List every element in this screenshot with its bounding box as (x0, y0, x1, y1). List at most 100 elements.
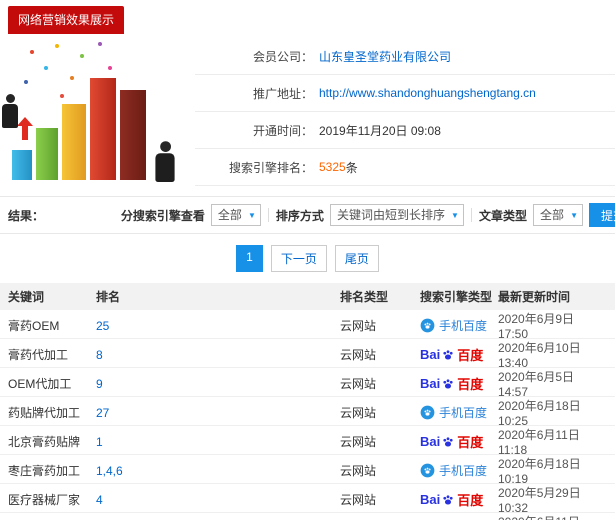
page: 网络营销效果展示 会员公司： 山东皇圣堂药业有限公司 推广地址： http://… (0, 0, 615, 520)
chart-bar (90, 78, 116, 180)
mobile-baidu-icon (420, 405, 435, 420)
engine-cell: Bai 百度 (420, 374, 498, 393)
confetti-dot (60, 94, 64, 98)
baidu-paw-icon (443, 494, 453, 505)
open-time-value: 2019年11月20日 09:08 (319, 123, 441, 138)
up-arrow-icon (17, 117, 33, 140)
chart-bar (12, 150, 32, 180)
pagination: 1 下一页 尾页 (0, 245, 615, 272)
businessman-figure (2, 94, 18, 128)
keyword-cell: 枣庄膏药加工 (8, 464, 81, 478)
baidu-logo-cn: 百度 (457, 493, 484, 508)
rank-link[interactable]: 27 (96, 406, 109, 420)
confetti-dot (24, 80, 28, 84)
member-company-label: 会员公司： (252, 49, 313, 64)
article-type-select[interactable]: 全部 ▼ (532, 204, 583, 226)
filter-bar: 结果： 分搜索引擎查看 全部 ▼ 排序方式 关键词由短到长排序 ▼ 文章类型 全… (0, 196, 615, 234)
table-header: 关键词 排名 排名类型 搜索引擎类型 最新更新时间 (0, 283, 615, 310)
rank-link[interactable]: 8 (96, 348, 103, 362)
chevron-down-icon: ▼ (248, 211, 256, 220)
baidu-paw-icon (443, 349, 453, 360)
page-number-current[interactable]: 1 (236, 245, 263, 272)
rank-type-cell: 云网站 (340, 348, 377, 362)
chevron-down-icon: ▼ (451, 211, 459, 220)
table-row: 菏泽膏药厂家17云网站手机百度2020年6月11日 11:17 (0, 513, 615, 520)
rank-link[interactable]: 9 (96, 377, 103, 391)
sort-select[interactable]: 关键词由短到长排序 ▼ (329, 204, 464, 226)
next-page-button[interactable]: 下一页 (270, 245, 327, 272)
article-type-value: 全部 (539, 208, 564, 222)
confetti-dot (80, 54, 84, 58)
update-time-cell: 2020年6月18日 10:25 (498, 399, 581, 428)
table-row: 药贴牌代加工 27 云网站 手机百度 2020年6月18日 10:25 (0, 397, 615, 428)
info-row: 开通时间： 2019年11月20日 09:08 (195, 112, 615, 149)
info-row: 推广地址： http://www.shandonghuangshengtang.… (195, 75, 615, 112)
confetti-dot (70, 76, 74, 80)
info-row: 会员公司： 山东皇圣堂药业有限公司 (195, 38, 615, 75)
baidu-paw-icon (443, 378, 453, 389)
baidu-logo-text: Bai (420, 347, 441, 362)
result-label: 结果： (8, 208, 45, 223)
baidu-logo-cn: 百度 (457, 377, 484, 392)
engine-filter-label: 分搜索引擎查看 (120, 208, 205, 223)
summary-section: 会员公司： 山东皇圣堂药业有限公司 推广地址： http://www.shand… (0, 36, 615, 186)
chart-bar (36, 128, 58, 180)
keyword-cell: 膏药代加工 (8, 348, 69, 362)
table-row: 医疗器械厂家 4 云网站 Bai 百度 2020年5月29日 10:32 (0, 484, 615, 515)
chart-bar (120, 90, 146, 180)
sort-label: 排序方式 (275, 208, 324, 223)
update-time-cell: 2020年6月11日 11:18 (498, 428, 580, 457)
article-type-label: 文章类型 (478, 208, 527, 223)
confetti-dot (30, 50, 34, 54)
engine-cell: Bai 百度 (420, 345, 498, 364)
update-time-cell: 2020年6月5日 14:57 (498, 370, 575, 399)
rank-type-cell: 云网站 (340, 435, 377, 449)
update-time-cell: 2020年6月11日 11:17 (498, 513, 607, 520)
table-row: 膏药OEM 25 云网站 手机百度 2020年6月9日 17:50 (0, 310, 615, 341)
mobile-baidu-label: 手机百度 (439, 464, 488, 478)
promo-url-link[interactable]: http://www.shandonghuangshengtang.cn (319, 86, 536, 100)
confetti-dot (55, 44, 59, 48)
col-engine-type: 搜索引擎类型 (420, 290, 493, 304)
keyword-cell: 药贴牌代加工 (8, 406, 81, 420)
table-body: 膏药OEM 25 云网站 手机百度 2020年6月9日 17:50 膏药代加工 8 云网站 Ba… (0, 310, 615, 520)
page-title: 网络营销效果展示 (8, 6, 125, 34)
table-row: 北京膏药贴牌 1 云网站 Bai 百度 2020年6月11日 11:18 (0, 426, 615, 457)
mobile-baidu-icon (420, 463, 435, 478)
chart-bar (62, 104, 86, 180)
rank-type-cell: 云网站 (340, 377, 377, 391)
confetti-dot (98, 42, 102, 46)
update-time-cell: 2020年6月9日 17:50 (498, 312, 575, 341)
promo-url-label: 推广地址： (252, 86, 313, 101)
divider (267, 208, 269, 222)
mobile-baidu-icon (420, 318, 435, 333)
last-page-button[interactable]: 尾页 (334, 245, 379, 272)
engine-cell: 手机百度 (420, 317, 498, 334)
rank-link[interactable]: 1 (96, 435, 103, 449)
baidu-logo-text: Bai (420, 376, 441, 391)
update-time-cell: 2020年5月29日 10:32 (498, 486, 581, 515)
table-row: OEM代加工 9 云网站 Bai 百度 2020年6月5日 14:57 (0, 368, 615, 399)
sort-value: 关键词由短到长排序 (336, 208, 445, 222)
update-time-cell: 2020年6月18日 10:19 (498, 457, 581, 486)
rank-link[interactable]: 25 (96, 319, 109, 333)
info-row: 搜索引擎排名： 5325 条 (195, 149, 615, 186)
confetti-dot (44, 66, 48, 70)
mobile-baidu-label: 手机百度 (439, 406, 488, 420)
keyword-cell: 北京膏药贴牌 (8, 435, 81, 449)
rank-type-cell: 云网站 (340, 493, 377, 507)
engine-cell: Bai 百度 (420, 490, 498, 509)
rank-link[interactable]: 4 (96, 493, 103, 507)
baidu-paw-icon (443, 436, 453, 447)
rank-link[interactable]: 1,4,6 (96, 464, 123, 478)
engine-filter-select[interactable]: 全部 ▼ (210, 204, 261, 226)
baidu-logo-cn: 百度 (457, 435, 484, 450)
member-company-link[interactable]: 山东皇圣堂药业有限公司 (319, 48, 451, 65)
submit-button[interactable]: 提交 (588, 203, 615, 227)
col-rank-type: 排名类型 (340, 290, 389, 304)
marketing-illustration (0, 36, 195, 186)
update-time-cell: 2020年6月10日 13:40 (498, 341, 581, 370)
keyword-cell: OEM代加工 (8, 377, 72, 391)
engine-filter-value: 全部 (217, 208, 242, 222)
rank-count-value: 5325 (319, 160, 346, 174)
